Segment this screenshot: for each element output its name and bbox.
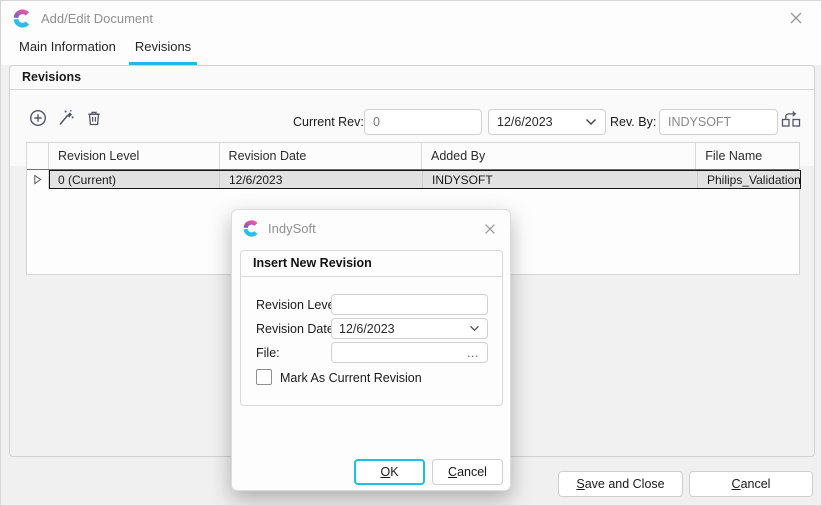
window-title: Add/Edit Document	[41, 11, 153, 26]
tab-bar: Main Information Revisions	[1, 35, 821, 65]
main-cancel-button[interactable]: Cancel	[689, 471, 813, 497]
indysoft-logo-icon	[13, 9, 32, 28]
current-rev-input[interactable]	[364, 109, 482, 135]
file-label: File:	[256, 346, 280, 360]
tab-main-information[interactable]: Main Information	[13, 33, 122, 65]
table-header-row: Revision Level Revision Date Added By Fi…	[27, 143, 799, 170]
column-header-added-by[interactable]: Added By	[422, 143, 696, 169]
current-rev-date-combo[interactable]: 12/6/2023	[488, 109, 606, 135]
cell-file-name[interactable]: Philips_Validation_T	[698, 170, 801, 189]
add-revision-icon[interactable]	[28, 108, 48, 128]
save-and-close-button[interactable]: Save and Close	[558, 471, 683, 497]
cell-revision-date[interactable]: 12/6/2023	[220, 170, 423, 189]
tab-revisions[interactable]: Revisions	[129, 33, 197, 65]
row-selector-gutter	[27, 170, 49, 189]
column-header-revision-level[interactable]: Revision Level	[49, 143, 220, 169]
chevron-down-icon	[469, 325, 480, 332]
dialog-close-icon[interactable]	[482, 221, 498, 237]
revisions-groupbox-title: Revisions	[10, 66, 814, 90]
column-header-file-name[interactable]: File Name	[696, 143, 799, 169]
column-header-revision-date[interactable]: Revision Date	[220, 143, 422, 169]
dialog-cancel-button[interactable]: Cancel	[432, 459, 503, 485]
current-rev-date-value: 12/6/2023	[497, 115, 585, 129]
insert-new-revision-groupbox: Insert New Revision Revision Level: Revi…	[240, 250, 503, 406]
ok-button[interactable]: OK	[354, 459, 425, 485]
transfer-revision-icon[interactable]	[780, 109, 802, 129]
indysoft-logo-icon	[243, 220, 260, 237]
revision-level-input[interactable]	[331, 294, 488, 315]
cell-added-by[interactable]: INDYSOFT	[423, 170, 698, 189]
selected-row-cells: 0 (Current) 12/6/2023 INDYSOFT Philips_V…	[49, 170, 801, 189]
edit-revision-wand-icon[interactable]	[56, 108, 76, 128]
rev-by-label: Rev. By:	[610, 115, 656, 129]
row-indicator-icon	[33, 174, 42, 185]
dialog-titlebar: IndySoft	[232, 210, 510, 246]
insert-new-revision-dialog: IndySoft Insert New Revision Revision Le…	[231, 209, 511, 491]
mark-as-current-label: Mark As Current Revision	[280, 371, 422, 385]
revision-date-value: 12/6/2023	[339, 322, 469, 336]
delete-revision-trash-icon[interactable]	[84, 108, 104, 128]
cell-revision-level[interactable]: 0 (Current)	[49, 170, 220, 189]
current-rev-label: Current Rev:	[293, 115, 364, 129]
revision-date-label: Revision Date:	[256, 322, 337, 336]
browse-file-button[interactable]: …	[466, 348, 481, 358]
window-titlebar: Add/Edit Document	[1, 1, 821, 35]
rev-by-input[interactable]	[659, 109, 778, 135]
table-row[interactable]: 0 (Current) 12/6/2023 INDYSOFT Philips_V…	[27, 170, 799, 189]
window-close-icon[interactable]	[787, 9, 805, 27]
dialog-title: IndySoft	[268, 221, 316, 236]
revision-level-label: Revision Level:	[256, 298, 341, 312]
chevron-down-icon	[585, 118, 597, 126]
mark-as-current-checkbox[interactable]	[256, 369, 272, 385]
revision-date-combo[interactable]: 12/6/2023	[331, 318, 488, 339]
file-input[interactable]: …	[331, 342, 488, 363]
add-edit-document-window: Add/Edit Document Main Information Revis…	[0, 0, 822, 506]
table-header-gutter	[27, 143, 49, 169]
insert-new-revision-title: Insert New Revision	[241, 251, 502, 277]
